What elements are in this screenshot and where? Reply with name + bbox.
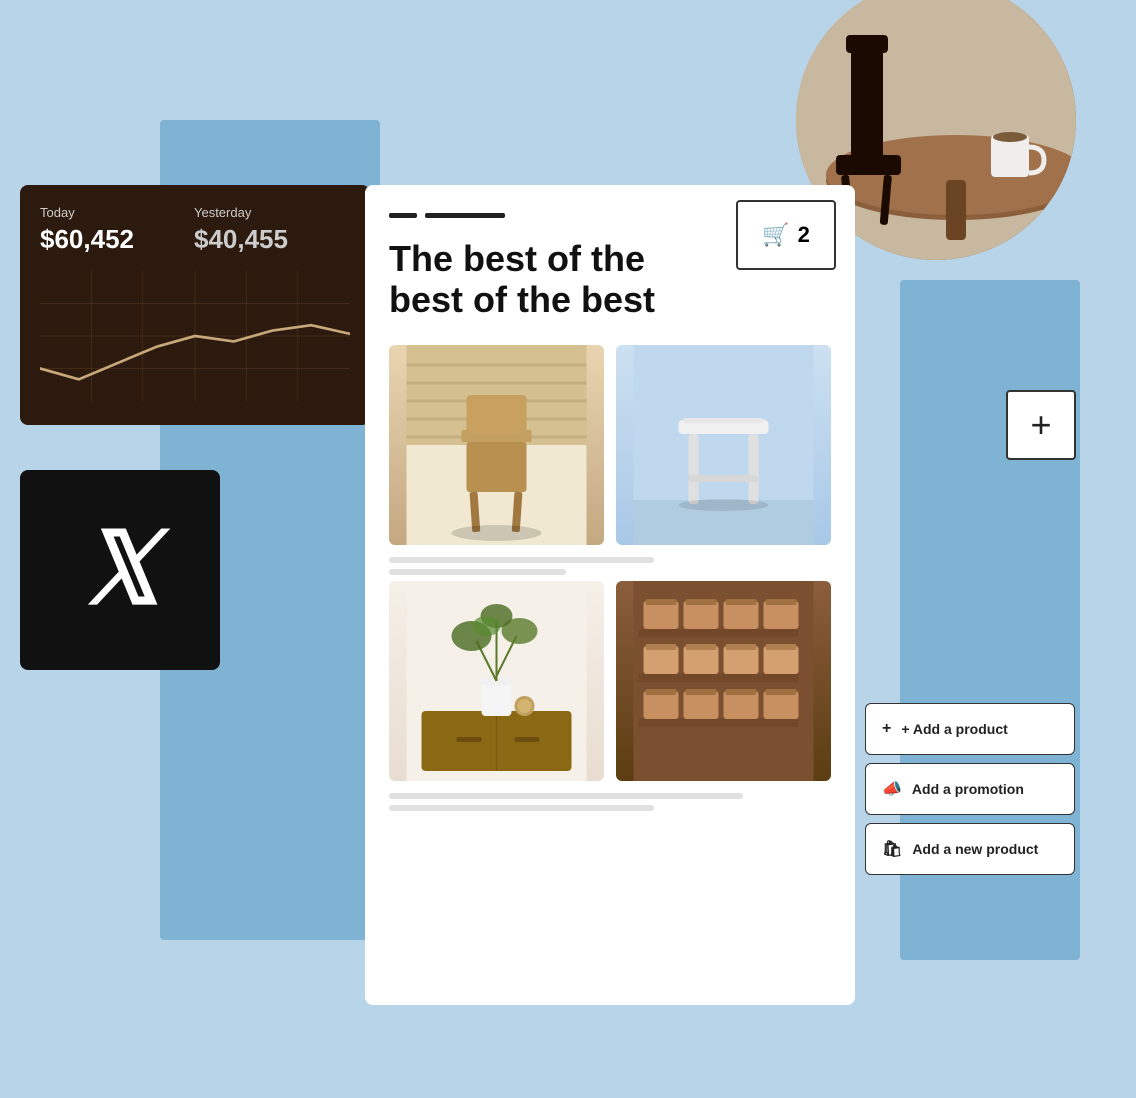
product-cell-chair	[389, 345, 604, 545]
analytics-card: Today $60,452 Yesterday $40,455	[20, 185, 370, 425]
add-product-icon: +	[882, 720, 891, 738]
add-plus-button[interactable]: +	[1006, 390, 1076, 460]
product-grid-bottom	[389, 581, 831, 781]
product-text-lines-1	[389, 557, 831, 575]
cart-badge[interactable]: 🛒 2	[736, 200, 836, 270]
product-grid-top	[389, 345, 831, 545]
add-product-button[interactable]: + + Add a product	[865, 703, 1075, 755]
action-buttons-panel: + + Add a product 📣 Add a promotion 🛍 Ad…	[865, 703, 1075, 875]
analytics-chart	[40, 271, 350, 401]
add-promotion-label: Add a promotion	[912, 781, 1024, 797]
today-label: Today	[40, 205, 134, 220]
plus-icon: +	[1030, 404, 1051, 446]
menu-line-1	[389, 213, 417, 218]
add-new-product-button[interactable]: 🛍 Add a new product	[865, 823, 1075, 875]
today-value: $60,452	[40, 224, 134, 255]
product-cell-wood-chairs	[616, 581, 831, 781]
main-content-card: The best of thebest of the best	[365, 185, 855, 1005]
add-new-product-label: Add a new product	[912, 841, 1038, 857]
yesterday-value: $40,455	[194, 224, 288, 255]
product-cell-plant	[389, 581, 604, 781]
x-logo-card: 𝕏	[20, 470, 220, 670]
yesterday-label: Yesterday	[194, 205, 288, 220]
text-line-3	[389, 793, 743, 799]
add-product-label: + Add a product	[901, 721, 1007, 737]
product-text-lines-2	[389, 793, 831, 811]
megaphone-icon: 📣	[882, 779, 902, 799]
cart-icon: 🛒	[762, 222, 789, 248]
cart-count: 2	[798, 222, 810, 248]
menu-line-2	[425, 213, 505, 218]
bag-icon: 🛍	[882, 839, 902, 859]
product-cell-stool	[616, 345, 831, 545]
x-logo: 𝕏	[80, 520, 161, 620]
text-line-2	[389, 569, 566, 575]
text-line-1	[389, 557, 654, 563]
add-promotion-button[interactable]: 📣 Add a promotion	[865, 763, 1075, 815]
text-line-4	[389, 805, 654, 811]
